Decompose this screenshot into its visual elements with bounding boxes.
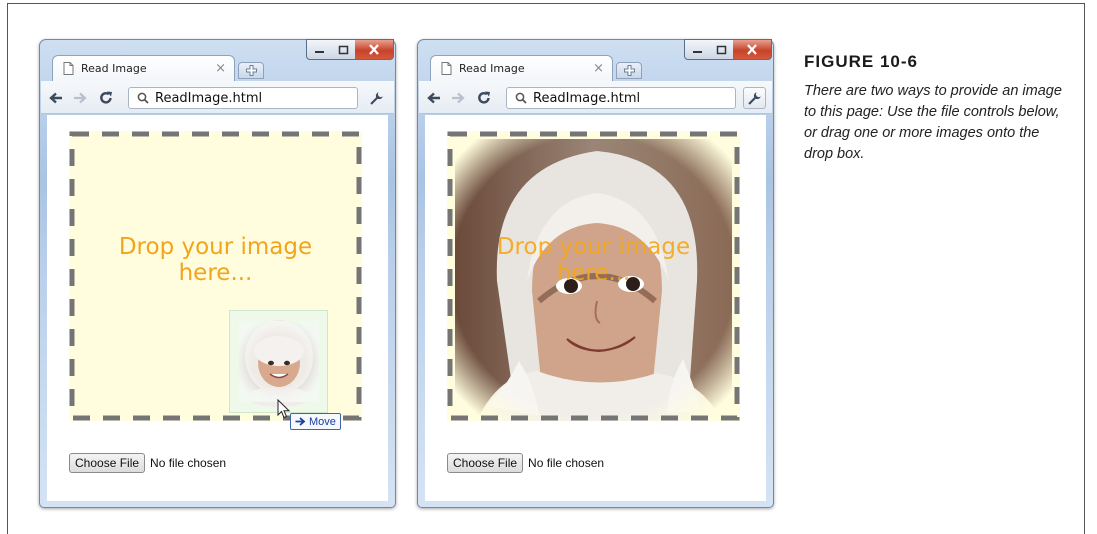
file-status: No file chosen [528, 456, 605, 470]
address-bar[interactable]: ReadImage.html [506, 87, 736, 109]
new-tab-icon [245, 65, 257, 76]
minimize-icon [315, 50, 324, 53]
address-text: ReadImage.html [155, 90, 263, 106]
settings-button[interactable] [743, 87, 766, 109]
maximize-button[interactable] [710, 39, 734, 60]
back-arrow-icon [427, 92, 440, 104]
forward-button[interactable] [448, 88, 468, 108]
forward-arrow-icon [452, 92, 465, 104]
reload-icon [478, 91, 490, 104]
search-icon [515, 92, 527, 104]
back-button[interactable] [46, 88, 66, 108]
close-window-button[interactable] [733, 39, 772, 60]
drop-prompt: Drop your image here... [496, 234, 691, 286]
dragged-thumbnail[interactable] [229, 310, 328, 413]
close-tab-icon[interactable]: × [215, 61, 226, 76]
wrench-icon [748, 91, 761, 105]
new-tab-icon [623, 65, 635, 76]
tab-title: Read Image [459, 62, 525, 75]
close-window-button[interactable] [355, 39, 394, 60]
browser-window-dropped: Read Image × ReadImage.html Drop your im… [417, 39, 774, 508]
reload-button[interactable] [474, 88, 494, 108]
maximize-button[interactable] [332, 39, 356, 60]
tab-title: Read Image [81, 62, 147, 75]
file-input: Choose File No file chosen [69, 453, 226, 473]
close-tab-icon[interactable]: × [593, 61, 604, 76]
drop-prompt: Drop your image here... [118, 234, 313, 286]
back-arrow-icon [49, 92, 62, 104]
back-button[interactable] [424, 88, 444, 108]
minimize-button[interactable] [306, 39, 333, 60]
page-icon [441, 62, 452, 75]
forward-button[interactable] [70, 88, 90, 108]
page-icon [63, 62, 74, 75]
wrench-icon [370, 91, 383, 105]
new-tab-button[interactable] [238, 62, 264, 79]
tab-read-image[interactable]: Read Image × [52, 55, 235, 81]
new-tab-button[interactable] [616, 62, 642, 79]
address-text: ReadImage.html [533, 90, 641, 106]
file-status: No file chosen [150, 456, 227, 470]
address-bar[interactable]: ReadImage.html [128, 87, 358, 109]
file-input: Choose File No file chosen [447, 453, 604, 473]
search-icon [137, 92, 149, 104]
move-badge: Move [290, 413, 341, 430]
settings-button[interactable] [365, 87, 388, 109]
close-window-icon [369, 44, 379, 55]
page-content: Drop your image here... Move Choose File… [47, 115, 388, 501]
maximize-icon [716, 45, 727, 54]
cursor-icon [277, 399, 291, 419]
toolbar: ReadImage.html [41, 81, 394, 114]
close-window-icon [747, 44, 757, 55]
reload-button[interactable] [96, 88, 116, 108]
move-arrow-icon [295, 417, 306, 426]
tab-read-image[interactable]: Read Image × [430, 55, 613, 81]
figure-caption: There are two ways to provide an image t… [804, 83, 1062, 162]
drop-box[interactable]: Drop your image here... [447, 131, 740, 421]
forward-arrow-icon [74, 92, 87, 104]
minimize-button[interactable] [684, 39, 711, 60]
choose-file-button[interactable]: Choose File [447, 453, 524, 473]
page-content: Drop your image here... Choose File No f… [425, 115, 766, 501]
maximize-icon [338, 45, 349, 54]
toolbar: ReadImage.html [419, 81, 772, 114]
reload-icon [100, 91, 112, 104]
minimize-icon [693, 50, 702, 53]
figure-label: FIGURE 10-6 [804, 52, 918, 71]
choose-file-button[interactable]: Choose File [69, 453, 146, 473]
move-badge-label: Move [309, 415, 336, 428]
browser-window-drag: Read Image × ReadImage.html Drop your im… [39, 39, 396, 508]
